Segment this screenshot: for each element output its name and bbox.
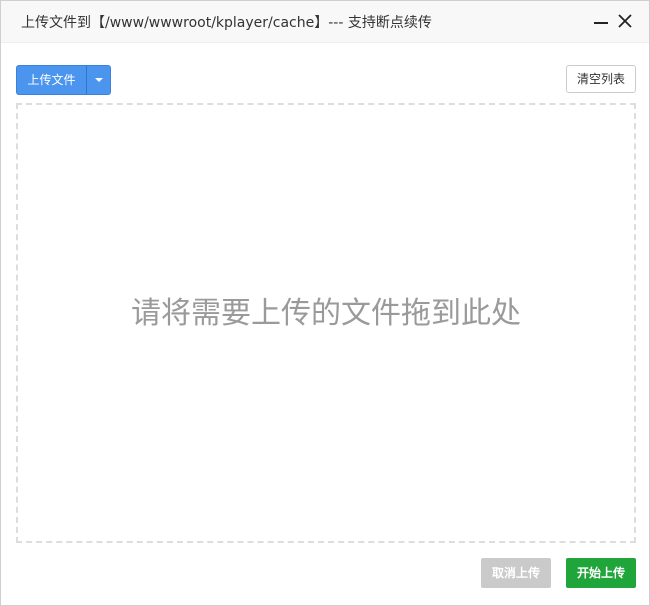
close-icon[interactable]: [615, 11, 635, 31]
upload-file-button[interactable]: 上传文件: [16, 65, 86, 95]
upload-button-group: 上传文件: [16, 65, 111, 95]
upload-dialog: 上传文件到【/www/wwwroot/kplayer/cache】--- 支持断…: [0, 0, 650, 606]
start-upload-button[interactable]: 开始上传: [566, 558, 636, 588]
dialog-title: 上传文件到【/www/wwwroot/kplayer/cache】--- 支持断…: [21, 15, 432, 31]
upload-dropdown-button[interactable]: [86, 65, 111, 95]
dialog-titlebar: 上传文件到【/www/wwwroot/kplayer/cache】--- 支持断…: [1, 1, 649, 43]
clear-list-button[interactable]: 清空列表: [566, 65, 636, 93]
caret-down-icon: [95, 78, 103, 82]
cancel-upload-button[interactable]: 取消上传: [481, 558, 551, 588]
minimize-icon[interactable]: [591, 11, 611, 31]
drop-hint: 请将需要上传的文件拖到此处: [131, 296, 521, 331]
file-drop-zone[interactable]: 请将需要上传的文件拖到此处: [16, 103, 636, 543]
